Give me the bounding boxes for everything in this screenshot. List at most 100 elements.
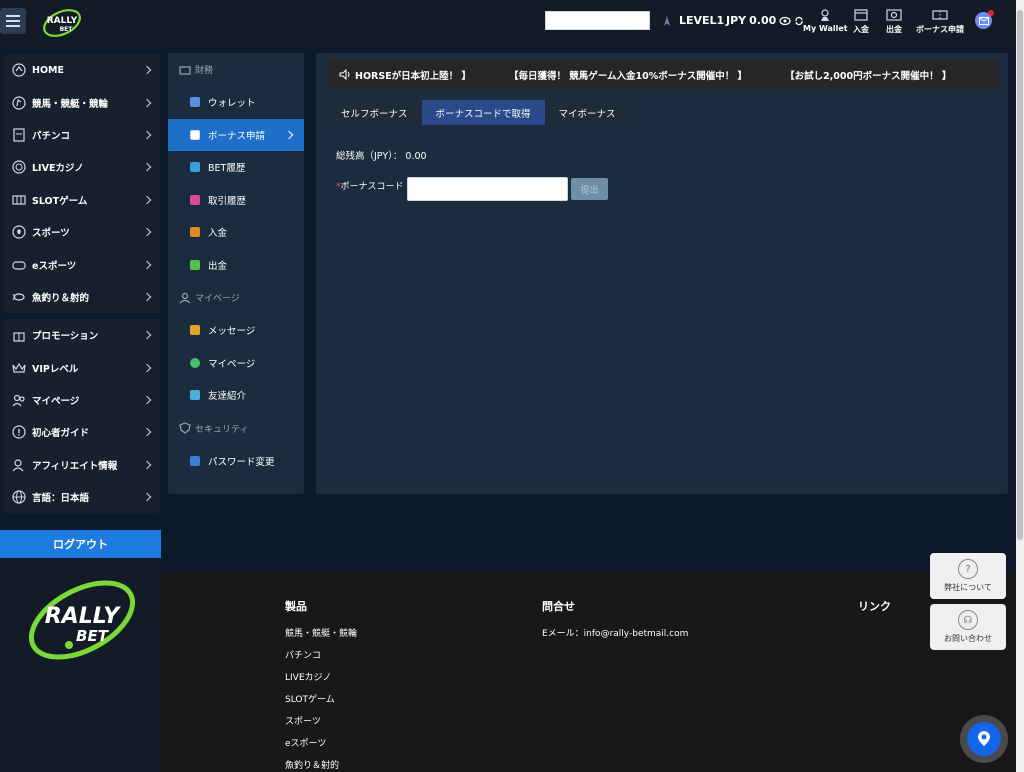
submenu-wallet[interactable]: ウォレット (168, 86, 304, 119)
ticker-message: 【毎日獲得！ 競馬ゲーム入金10%ボーナス開催中！ 】 (508, 70, 748, 82)
footer-products: 製品 競馬・競艇・競輪 パチンコ LIVEカジノ SLOTゲーム スポーツ eス… (285, 598, 357, 772)
submenu-password-change[interactable]: パスワード変更 (168, 445, 304, 478)
contact-us-button[interactable]: ☊ お問い合わせ (930, 604, 1006, 650)
footer-contact-title: 問合せ (542, 600, 575, 613)
friends-icon (190, 390, 200, 401)
withdraw-header-label: 出金 (886, 25, 902, 34)
crown-icon (12, 362, 26, 373)
submenu-referral[interactable]: 友達紹介 (168, 379, 304, 412)
chevron-right-icon (142, 493, 152, 502)
submenu-label: 出金 (208, 260, 228, 272)
nav-item-horse-racing[interactable]: 競馬・競艇・競輪 (4, 86, 160, 118)
home-icon (12, 63, 26, 77)
submenu-withdraw[interactable]: 出金 (168, 249, 304, 282)
nav-item-pachinko[interactable]: パチンコ (4, 119, 160, 151)
bonus-main-panel: HORSEが日本初上陸！ 】 【毎日獲得！ 競馬ゲーム入金10%ボーナス開催中！… (316, 53, 1008, 494)
chevron-right-icon (142, 395, 152, 405)
nav-item-live-casino[interactable]: LIVEカジノ (4, 151, 160, 183)
mail-icon[interactable] (975, 10, 994, 29)
tab-my-bonus[interactable]: マイボーナス (544, 100, 630, 125)
tab-bonus-code[interactable]: ボーナスコードで取得 (421, 100, 545, 125)
submenu-transaction-history[interactable]: 取引履歴 (168, 184, 304, 217)
nav-label: SLOTゲーム (32, 195, 88, 207)
globe-icon (12, 490, 26, 504)
page-scrollbar[interactable] (1016, 0, 1024, 772)
submenu-label: ウォレット (208, 98, 256, 110)
top-bar: RALLY BET LEVEL1 JPY 0.00 My Wallet 入金 出… (0, 0, 1016, 46)
nav-item-affiliate[interactable]: アフィリエイト情報 (4, 449, 160, 481)
chevron-right-icon (142, 428, 152, 437)
nav-item-mypage[interactable]: マイページ (4, 384, 160, 416)
deposit-header-button[interactable]: 入金 (853, 8, 869, 35)
footer-email[interactable]: Eメール：info@rally-betmail.com (542, 626, 688, 639)
nav-item-language[interactable]: 言語：日本語 (4, 481, 160, 513)
affiliate-icon (12, 459, 24, 472)
withdraw-icon (886, 9, 902, 21)
bonus-code-label-text: ボーナスコード (340, 182, 404, 192)
submit-button[interactable]: 提出 (571, 178, 608, 200)
footer-link[interactable]: eスポーツ (285, 736, 357, 749)
nav-label: アフィリエイト情報 (32, 460, 118, 472)
nav-label: プロモーション (32, 331, 99, 343)
nav-item-esports[interactable]: eスポーツ (4, 248, 160, 280)
footer-links: リンク (858, 598, 891, 626)
footer-link[interactable]: スポーツ (285, 714, 357, 727)
bonus-code-input[interactable] (407, 177, 568, 201)
footer-link[interactable]: パチンコ (285, 648, 357, 661)
rallybet-footer-logo: RALLY BET (28, 580, 136, 660)
about-us-button[interactable]: ? 弊社について (930, 553, 1006, 599)
chevron-right-icon (142, 130, 152, 140)
currency-label: JPY (726, 14, 747, 27)
about-us-label: 弊社について (944, 583, 992, 592)
rallybet-logo[interactable]: RALLY BET (40, 6, 84, 40)
footer-link[interactable]: 競馬・競艇・競輪 (285, 626, 357, 639)
submenu-label: 入金 (208, 228, 228, 240)
nav-group-account: プロモーション VIPレベル マイページ 初心者ガイド アフィリエイト情報 言語… (4, 319, 160, 514)
gamepad-icon (12, 260, 26, 270)
bonus-apply-header-button[interactable]: ボーナス申請 (916, 8, 964, 35)
nav-item-fishing[interactable]: 魚釣り＆射的 (4, 281, 160, 313)
submenu-mypage[interactable]: マイページ (168, 347, 304, 380)
finance-icon (179, 65, 191, 75)
footer-link[interactable]: SLOTゲーム (285, 692, 357, 705)
chevron-right-icon (142, 363, 152, 372)
chevron-right-icon (142, 460, 152, 470)
eye-icon[interactable] (779, 16, 791, 26)
submenu-deposit[interactable]: 入金 (168, 216, 304, 249)
chat-button[interactable] (960, 715, 1008, 763)
level-indicator[interactable]: LEVEL1 (661, 14, 724, 27)
nav-label: LIVEカジノ (32, 163, 84, 175)
withdraw-header-button[interactable]: 出金 (886, 8, 902, 35)
nav-label: eスポーツ (32, 260, 77, 272)
submenu-label: パスワード変更 (208, 456, 275, 468)
nav-item-beginner-guide[interactable]: 初心者ガイド (4, 416, 160, 448)
submenu-message[interactable]: メッセージ (168, 314, 304, 347)
hamburger-menu-button[interactable] (0, 8, 26, 34)
search-input[interactable] (545, 11, 650, 30)
announcement-ticker: HORSEが日本初上陸！ 】 【毎日獲得！ 競馬ゲーム入金10%ボーナス開催中！… (327, 60, 999, 89)
total-balance: 総残高（JPY）： 0.00 (336, 151, 427, 162)
logout-button[interactable]: ログアウト (0, 530, 161, 558)
deposit-header-label: 入金 (853, 25, 869, 34)
person-icon (190, 357, 200, 368)
my-wallet-button[interactable]: My Wallet (803, 8, 848, 33)
nav-item-slot-game[interactable]: SLOTゲーム (4, 184, 160, 216)
tab-self-bonus[interactable]: セルフボーナス (327, 100, 422, 125)
balance-value: 0.00 (749, 14, 777, 27)
section-security: セキュリティ (168, 412, 304, 445)
bonus-code-label: *ボーナスコード (336, 181, 406, 193)
svg-text:RALLY: RALLY (47, 16, 78, 26)
footer-products-title: 製品 (285, 600, 307, 613)
ticker-message: 【お試し2,000円ボーナス開催中！ 】 (785, 70, 952, 82)
casino-chip-icon (12, 160, 26, 174)
footer-link[interactable]: LIVEカジノ (285, 670, 357, 683)
scrollbar-thumb[interactable] (1017, 10, 1023, 540)
nav-item-sports[interactable]: スポーツ (4, 216, 160, 248)
submenu-bet-history[interactable]: BET履歴 (168, 151, 304, 184)
ticket-icon (190, 129, 200, 140)
nav-item-promotion[interactable]: プロモーション (4, 319, 160, 351)
submenu-bonus-apply[interactable]: ボーナス申請 (168, 118, 304, 151)
footer-link[interactable]: 魚釣り＆射的 (285, 758, 357, 771)
nav-item-vip-level[interactable]: VIPレベル (4, 352, 160, 384)
nav-item-home[interactable]: HOME (4, 54, 160, 86)
